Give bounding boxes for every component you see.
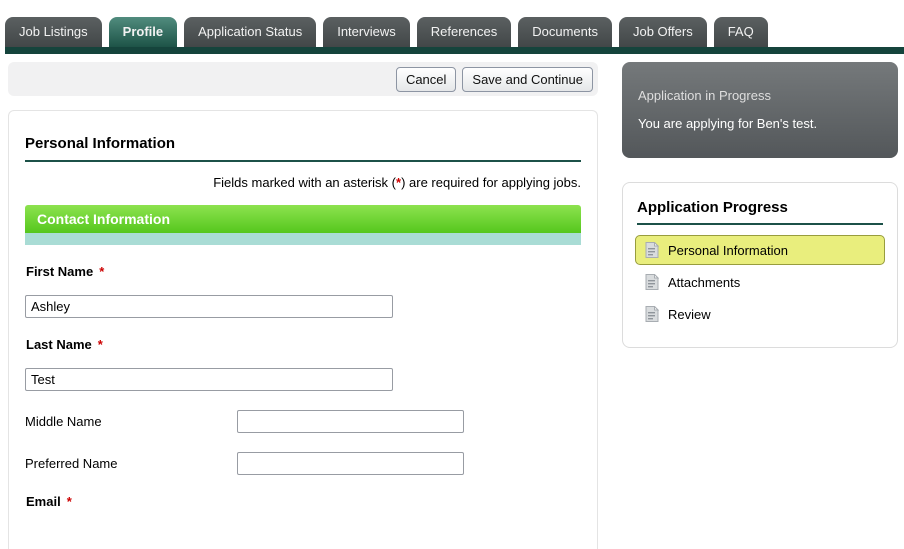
field-label: Preferred Name xyxy=(25,456,237,471)
tab-label: Application Status xyxy=(198,24,302,39)
input-last-name[interactable] xyxy=(25,368,393,391)
tab-label: Documents xyxy=(532,24,598,39)
document-icon xyxy=(645,306,659,322)
tab-interviews[interactable]: Interviews xyxy=(323,17,410,47)
field-label: Email* xyxy=(26,494,581,509)
required-asterisk: * xyxy=(98,337,103,352)
field-last-name: Last Name* xyxy=(25,337,581,391)
input-first-name[interactable] xyxy=(25,295,393,318)
field-label: Last Name* xyxy=(26,337,581,352)
tab-bar: Job Listings Profile Application Status … xyxy=(5,17,904,47)
tab-profile[interactable]: Profile xyxy=(109,17,177,47)
field-label: First Name* xyxy=(26,264,581,279)
status-box-message: You are applying for Ben's test. xyxy=(638,116,882,131)
field-preferred-name: Preferred Name xyxy=(25,452,581,475)
application-progress-list: Personal Information Attachments Review xyxy=(635,235,885,329)
field-email: Email* xyxy=(25,494,581,509)
progress-item-label: Personal Information xyxy=(668,243,788,258)
tab-label: Job Listings xyxy=(19,24,88,39)
cancel-button[interactable]: Cancel xyxy=(396,67,456,92)
tab-label: Profile xyxy=(123,24,163,39)
input-preferred-name[interactable] xyxy=(237,452,464,475)
application-progress-title: Application Progress xyxy=(637,199,883,225)
field-label: Middle Name xyxy=(25,414,237,429)
tab-underline xyxy=(5,47,904,54)
toolbar: Cancel Save and Continue xyxy=(8,62,598,96)
sidebar: Application in Progress You are applying… xyxy=(622,62,898,348)
progress-item-label: Review xyxy=(668,307,711,322)
input-middle-name[interactable] xyxy=(237,410,464,433)
tab-job-offers[interactable]: Job Offers xyxy=(619,17,707,47)
field-middle-name: Middle Name xyxy=(25,410,581,433)
application-progress-panel: Application Progress Personal Informatio… xyxy=(622,182,898,348)
tab-application-status[interactable]: Application Status xyxy=(184,17,316,47)
content: Cancel Save and Continue Personal Inform… xyxy=(0,54,904,549)
tab-label: FAQ xyxy=(728,24,754,39)
tab-strip: Job Listings Profile Application Status … xyxy=(0,0,904,54)
tab-documents[interactable]: Documents xyxy=(518,17,612,47)
field-first-name: First Name* xyxy=(25,264,581,318)
required-note: Fields marked with an asterisk (*) are r… xyxy=(25,175,581,190)
document-icon xyxy=(645,242,659,258)
tab-label: Interviews xyxy=(337,24,396,39)
tab-faq[interactable]: FAQ xyxy=(714,17,768,47)
progress-item-label: Attachments xyxy=(668,275,740,290)
application-status-box: Application in Progress You are applying… xyxy=(622,62,898,158)
required-asterisk: * xyxy=(67,494,72,509)
tab-references[interactable]: References xyxy=(417,17,511,47)
main-column: Cancel Save and Continue Personal Inform… xyxy=(8,62,598,549)
tab-label: References xyxy=(431,24,497,39)
progress-item-review[interactable]: Review xyxy=(635,299,885,329)
page-title: Personal Information xyxy=(25,135,581,162)
progress-item-attachments[interactable]: Attachments xyxy=(635,267,885,297)
section-subbar xyxy=(25,233,581,245)
status-box-title: Application in Progress xyxy=(638,88,882,103)
required-asterisk: * xyxy=(99,264,104,279)
contact-information-form: First Name* Last Name* Middle Name Prefe… xyxy=(25,264,581,509)
tab-job-listings[interactable]: Job Listings xyxy=(5,17,102,47)
progress-item-personal-information[interactable]: Personal Information xyxy=(635,235,885,265)
tab-label: Job Offers xyxy=(633,24,693,39)
section-header-contact-information: Contact Information xyxy=(25,205,581,233)
document-icon xyxy=(645,274,659,290)
personal-information-panel: Personal Information Fields marked with … xyxy=(8,110,598,549)
save-and-continue-button[interactable]: Save and Continue xyxy=(462,67,593,92)
